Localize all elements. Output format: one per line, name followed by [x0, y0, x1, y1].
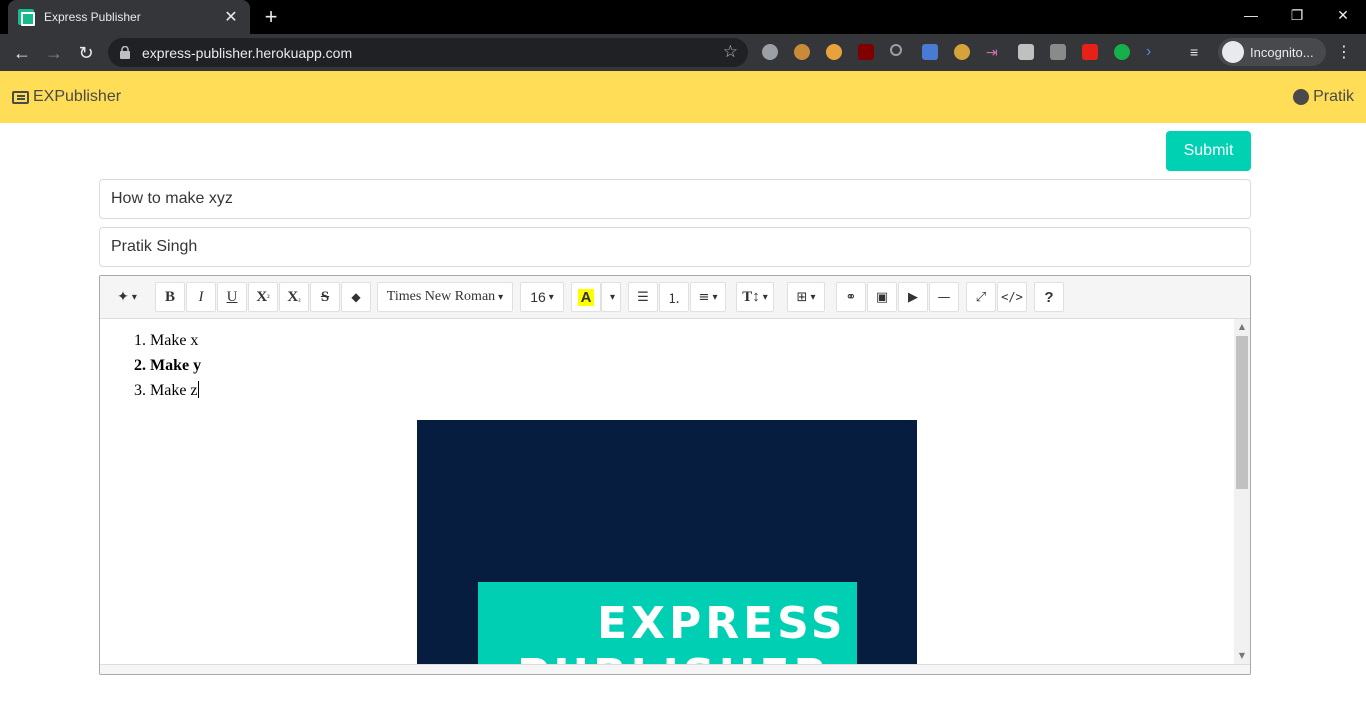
- extension-icon[interactable]: [762, 44, 778, 60]
- fullscreen-icon[interactable]: ⤢: [966, 282, 996, 312]
- extension-icon[interactable]: [1114, 44, 1130, 60]
- browser-tabbar: Express Publisher ✕ + — ❐ ✕: [0, 0, 1366, 34]
- incognito-profile-button[interactable]: Incognito...: [1218, 38, 1326, 66]
- image-icon[interactable]: ▣: [867, 282, 897, 312]
- strikethrough-button[interactable]: S: [310, 282, 340, 312]
- lock-icon: [120, 46, 130, 59]
- highlight-color-icon[interactable]: A: [571, 282, 601, 312]
- search-extension-icon[interactable]: [890, 44, 902, 56]
- extension-icon[interactable]: [1050, 44, 1066, 60]
- app-navbar: EXPublisher Pratik: [0, 71, 1366, 123]
- superscript-button[interactable]: X²: [248, 282, 278, 312]
- code-view-icon[interactable]: </>: [997, 282, 1027, 312]
- author-input[interactable]: [99, 227, 1251, 267]
- close-window-icon[interactable]: ✕: [1320, 0, 1366, 30]
- underline-button[interactable]: U: [217, 282, 247, 312]
- extension-icon[interactable]: [954, 44, 970, 60]
- unordered-list-icon[interactable]: ☰: [628, 282, 658, 312]
- submit-button[interactable]: Submit: [1166, 131, 1251, 171]
- url-text: express-publisher.herokuapp.com: [142, 45, 353, 61]
- ordered-list-icon[interactable]: ⒈: [659, 282, 689, 312]
- eraser-icon[interactable]: ◆: [341, 282, 371, 312]
- font-size-dropdown[interactable]: 16: [520, 282, 564, 312]
- table-icon[interactable]: ⊞: [787, 282, 825, 312]
- media-queue-icon[interactable]: ≡: [1190, 44, 1206, 60]
- ublock-extension-icon[interactable]: [858, 44, 874, 60]
- list-item: Make z: [150, 381, 201, 406]
- reload-icon[interactable]: ↻: [72, 39, 100, 67]
- poster-title-line1: EXPRESS: [597, 598, 847, 649]
- youtube-extension-icon[interactable]: [1082, 44, 1098, 60]
- list-item: Make x: [150, 331, 201, 356]
- scrollbar-thumb[interactable]: [1236, 336, 1248, 489]
- text-cursor: [197, 381, 199, 398]
- color-dropdown-icon[interactable]: [601, 282, 621, 312]
- video-icon[interactable]: ▶: [898, 282, 928, 312]
- title-input[interactable]: [99, 179, 1251, 219]
- forward-icon[interactable]: →: [40, 39, 68, 67]
- address-bar[interactable]: express-publisher.herokuapp.com ☆: [108, 38, 748, 67]
- extension-icon[interactable]: ›: [1146, 44, 1162, 60]
- brand-text: EXPublisher: [33, 88, 122, 105]
- browser-tab[interactable]: Express Publisher ✕: [8, 0, 250, 34]
- extension-icon[interactable]: ⇥: [986, 44, 1002, 60]
- extension-icon[interactable]: [922, 44, 938, 60]
- ordered-list: Make x Make y Make z: [150, 331, 201, 406]
- restore-icon[interactable]: ❐: [1274, 0, 1320, 30]
- link-icon[interactable]: ⚭: [836, 282, 866, 312]
- extension-icon[interactable]: [826, 44, 842, 60]
- help-icon[interactable]: ?: [1034, 282, 1064, 312]
- extension-icon[interactable]: [1018, 44, 1034, 60]
- font-family-dropdown[interactable]: Times New Roman: [377, 282, 513, 312]
- editor-scrollbar[interactable]: ▲ ▼: [1234, 319, 1250, 664]
- user-link[interactable]: Pratik: [1293, 88, 1354, 106]
- close-tab-icon[interactable]: ✕: [222, 7, 240, 27]
- bold-button[interactable]: B: [155, 282, 185, 312]
- user-name: Pratik: [1313, 88, 1354, 105]
- back-icon[interactable]: ←: [8, 39, 36, 67]
- paragraph-align-icon[interactable]: ≡: [690, 282, 726, 312]
- poster-title-line2: PUBLISHER: [517, 650, 831, 664]
- browser-toolbar: ← → ↻ express-publisher.herokuapp.com ☆ …: [0, 34, 1366, 71]
- minimize-icon[interactable]: —: [1228, 0, 1274, 30]
- browser-menu-icon[interactable]: ⋮: [1336, 42, 1352, 62]
- style-magic-icon[interactable]: ✦: [110, 282, 144, 312]
- italic-button[interactable]: I: [186, 282, 216, 312]
- scroll-up-icon[interactable]: ▲: [1234, 319, 1250, 335]
- horizontal-rule-icon[interactable]: —: [929, 282, 959, 312]
- bookmark-star-icon[interactable]: ☆: [723, 42, 738, 62]
- font-size-value: 16: [530, 289, 546, 305]
- github-icon: [1293, 89, 1310, 105]
- tab-title: Express Publisher: [44, 10, 141, 24]
- scroll-down-icon[interactable]: ▼: [1234, 648, 1250, 664]
- brand-link[interactable]: EXPublisher: [12, 88, 121, 106]
- editor-resize-bar[interactable]: [100, 664, 1250, 674]
- rich-text-editor: ✦ B I U X² X₂ S ◆ Times New Roman 16 A ☰…: [99, 275, 1251, 675]
- incognito-icon: [1222, 41, 1244, 63]
- site-favicon-icon: [18, 9, 35, 26]
- new-tab-button[interactable]: +: [258, 4, 284, 30]
- embedded-image[interactable]: EXPRESS PUBLISHER: [417, 420, 917, 664]
- editor-toolbar: ✦ B I U X² X₂ S ◆ Times New Roman 16 A ☰…: [100, 276, 1250, 319]
- line-height-icon[interactable]: T↕: [736, 282, 774, 312]
- list-item: Make y: [150, 356, 201, 381]
- editor-content[interactable]: Make x Make y Make z EXPRESS PUBLISHER: [100, 319, 1234, 664]
- cookie-extension-icon[interactable]: [794, 44, 810, 60]
- font-family-value: Times New Roman: [386, 289, 496, 304]
- incognito-label: Incognito...: [1250, 44, 1314, 60]
- subscript-button[interactable]: X₂: [279, 282, 309, 312]
- newspaper-icon: [12, 90, 29, 104]
